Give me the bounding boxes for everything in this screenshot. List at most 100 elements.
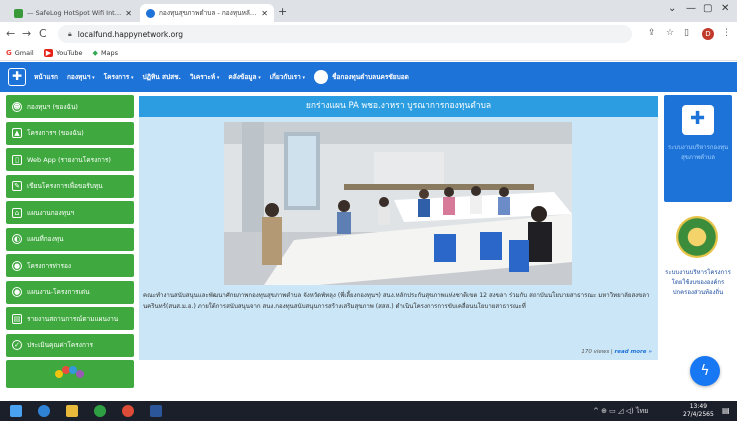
bookmarks-bar: G Gmail ▶ YouTube ◆ Maps <box>0 46 737 61</box>
windows-start-icon[interactable] <box>10 405 22 417</box>
local-government-project-link[interactable]: ระบบงานบริหารโครงการโดยใช้งบขององค์กรปกค… <box>664 208 732 334</box>
page-content: ☻ กองทุนฯ (ของฉัน) ▲ โครงการฯ (ของฉัน) ▯ We… <box>0 92 737 401</box>
profile-avatar[interactable]: D <box>702 28 714 40</box>
views-text: 170 views | <box>581 349 613 355</box>
read-more-link[interactable]: read more » <box>615 349 652 355</box>
browser-tab-strip: — SafeLog HotSpot Wifi Internet ✕ กองทุน… <box>0 0 737 22</box>
youtube-icon: ▶ <box>43 49 54 57</box>
sidebar-item-label: แผนที่กองทุน <box>27 235 64 243</box>
sidebar-item-label: เขียนโครงการเพื่อขอรับทุน <box>27 182 103 190</box>
notification-icon[interactable]: ▤ <box>722 406 730 415</box>
chevron-down-icon[interactable]: ⌄ <box>668 3 676 14</box>
nav-analysis[interactable]: วิเคราะห์ <box>190 72 219 82</box>
lock-icon[interactable]: 🔒︎ <box>68 30 72 39</box>
report-icon: ▤ <box>12 313 22 324</box>
fund-management-label: ระบบงานบริหารกองทุนสุขภาพตำบล <box>667 144 729 161</box>
system-tray[interactable]: ^ ⊕ ▭ ◿ ◁) ไทย <box>593 406 648 417</box>
tablet-icon: ▯ <box>12 154 22 165</box>
messenger-chat-button[interactable]: ϟ <box>690 356 720 386</box>
nav-data-warehouse[interactable]: คลังข้อมูล <box>228 72 260 82</box>
close-tab-icon[interactable]: ✕ <box>261 9 268 18</box>
globe-icon: ◐ <box>12 234 22 244</box>
reload-button[interactable]: C <box>39 27 47 40</box>
right-sidebar: ระบบงานบริหารกองทุนสุขภาพตำบล ระบบงานบริ… <box>664 95 732 334</box>
bookmark-star-icon[interactable]: ☆ <box>666 28 674 38</box>
sidebar-item-my-projects[interactable]: ▲ โครงการฯ (ของฉัน) <box>6 121 134 145</box>
maps-icon: ◆ <box>92 49 98 57</box>
nav-user-menu[interactable]: ชื่อกองทุนตำบลนครชัยบอด <box>314 70 409 84</box>
sidebar-item-situation-report[interactable]: ▤ รายงานสถานการณ์ตามแผนงาน <box>6 307 134 330</box>
back-button[interactable]: ← <box>6 27 15 40</box>
sidebar-item-label: Web App (รายงานโครงการ) <box>27 155 111 164</box>
taskbar-clock[interactable]: 13:49 27/4/2565 <box>683 403 714 419</box>
user-label: ชื่อกองทุนตำบลนครชัยบอด <box>332 73 409 81</box>
sidebar-item-label: แผนงาน-โครงการเด่น <box>27 288 90 296</box>
edit-icon: ✎ <box>12 181 22 191</box>
line-app-icon[interactable] <box>94 405 106 417</box>
fund-management-link[interactable]: ระบบงานบริหารกองทุนสุขภาพตำบล <box>664 95 732 202</box>
check-icon: ✓ <box>12 340 22 350</box>
browser-tab-localfund[interactable]: กองทุนสุขภาพตำบล - กองทุนหลักประกัน ✕ <box>140 4 274 22</box>
url-text: localfund.happynetwork.org <box>77 29 183 39</box>
word-icon[interactable] <box>150 405 162 417</box>
browser-tab-safelog[interactable]: — SafeLog HotSpot Wifi Internet ✕ <box>8 4 138 22</box>
tab-title: กองทุนสุขภาพตำบล - กองทุนหลักประกัน <box>159 9 258 17</box>
url-bar[interactable]: 🔒︎ localfund.happynetwork.org <box>58 25 632 43</box>
sidebar-item-label: กองทุนฯ (ของฉัน) <box>27 102 78 111</box>
nav-about[interactable]: เกี่ยวกับเรา <box>270 72 305 82</box>
nav-calendar[interactable]: ปฏิทิน สปสช. <box>143 72 181 82</box>
local-government-project-label: ระบบงานบริหารโครงการโดยใช้งบขององค์กรปกค… <box>665 269 731 296</box>
side-panel-icon[interactable]: ▯ <box>684 28 689 38</box>
messenger-icon: ϟ <box>700 363 710 379</box>
address-bar-row: ← → C 🔒︎ localfund.happynetwork.org ⇪ ☆ … <box>0 22 737 46</box>
sidebar-item-label: โครงการฯ (ของฉัน) <box>27 129 84 137</box>
left-sidebar: ☻ กองทุนฯ (ของฉัน) ▲ โครงการฯ (ของฉัน) ▯ We… <box>6 95 134 388</box>
sidebar-item-label: แผนงานกองทุนฯ <box>27 208 75 217</box>
sidebar-item-label: โครงการท่ารอง <box>27 261 72 270</box>
close-tab-icon[interactable]: ✕ <box>125 9 132 18</box>
views-count: 170 views | read more » <box>581 349 652 355</box>
sidebar-item-label: ประเมินคุณค่าโครงการ <box>27 341 94 349</box>
restore-button[interactable]: ▢ <box>703 3 712 14</box>
close-window-button[interactable]: ✕ <box>721 3 729 14</box>
sidebar-item-project-evaluation[interactable]: ✓ ประเมินคุณค่าโครงการ <box>6 333 134 357</box>
site-navbar: ✚ หน้าแรก กองทุนฯ โครงการ ปฏิทิน สปสช. ว… <box>0 62 737 92</box>
meeting-photo[interactable] <box>224 122 572 285</box>
sidebar-item-fund-plan[interactable]: ⌂ แผนงานกองทุนฯ <box>6 201 134 224</box>
sidebar-item-label: รายงานสถานการณ์ตามแผนงาน <box>27 314 119 323</box>
sidebar-item-web-app[interactable]: ▯ Web App (รายงานโครงการ) <box>6 148 134 171</box>
new-tab-button[interactable]: + <box>278 5 287 18</box>
news-caption: คณะทำงานสนับสนุนและพัฒนาศักยภาพกองทุนสุข… <box>143 292 650 310</box>
bookmark-label: YouTube <box>56 49 83 57</box>
nav-home[interactable]: หน้าแรก <box>34 72 58 82</box>
minimize-button[interactable]: — <box>686 3 696 14</box>
bookmark-youtube[interactable]: ▶ YouTube <box>43 49 83 57</box>
chrome-icon[interactable] <box>122 405 134 417</box>
news-title-bar[interactable]: ยกร่างแผน PA พชอ.งาหรา บูรณาการกองทุนตำบ… <box>139 96 658 117</box>
sidebar-item-my-fund[interactable]: ☻ กองทุนฯ (ของฉัน) <box>6 95 134 118</box>
sidebar-item-write-proposal[interactable]: ✎ เขียนโครงการเพื่อขอรับทุน <box>6 174 134 198</box>
site-logo-icon[interactable]: ✚ <box>8 68 26 86</box>
circle-icon: ● <box>12 287 22 297</box>
user-avatar <box>314 70 329 84</box>
share-icon[interactable]: ⇪ <box>648 28 656 38</box>
meeting-photo-illustration <box>224 122 572 285</box>
sitemap-icon: ⌂ <box>12 207 22 218</box>
bookmark-gmail[interactable]: G Gmail <box>6 49 34 57</box>
clock-time: 13:49 <box>689 403 708 410</box>
nav-fund[interactable]: กองทุนฯ <box>67 72 95 82</box>
file-explorer-icon[interactable] <box>66 405 78 417</box>
nav-projects[interactable]: โครงการ <box>104 72 134 82</box>
person-icon: ▲ <box>12 128 22 138</box>
bookmark-maps[interactable]: ◆ Maps <box>93 49 119 57</box>
sidebar-people-banner[interactable] <box>6 360 134 388</box>
sidebar-item-fund-map[interactable]: ◐ แผนที่กองทุน <box>6 227 134 251</box>
edge-icon[interactable] <box>38 405 50 417</box>
sidebar-item-featured-plans[interactable]: ● แผนงาน-โครงการเด่น <box>6 280 134 304</box>
safelog-favicon-icon <box>14 8 23 18</box>
menu-dots-icon[interactable]: ⋮ <box>722 28 731 38</box>
health-fund-logo-icon <box>682 105 714 135</box>
sidebar-item-model-projects[interactable]: ● โครงการท่ารอง <box>6 254 134 277</box>
forward-button[interactable]: → <box>22 27 31 40</box>
circle-icon: ● <box>12 260 22 271</box>
